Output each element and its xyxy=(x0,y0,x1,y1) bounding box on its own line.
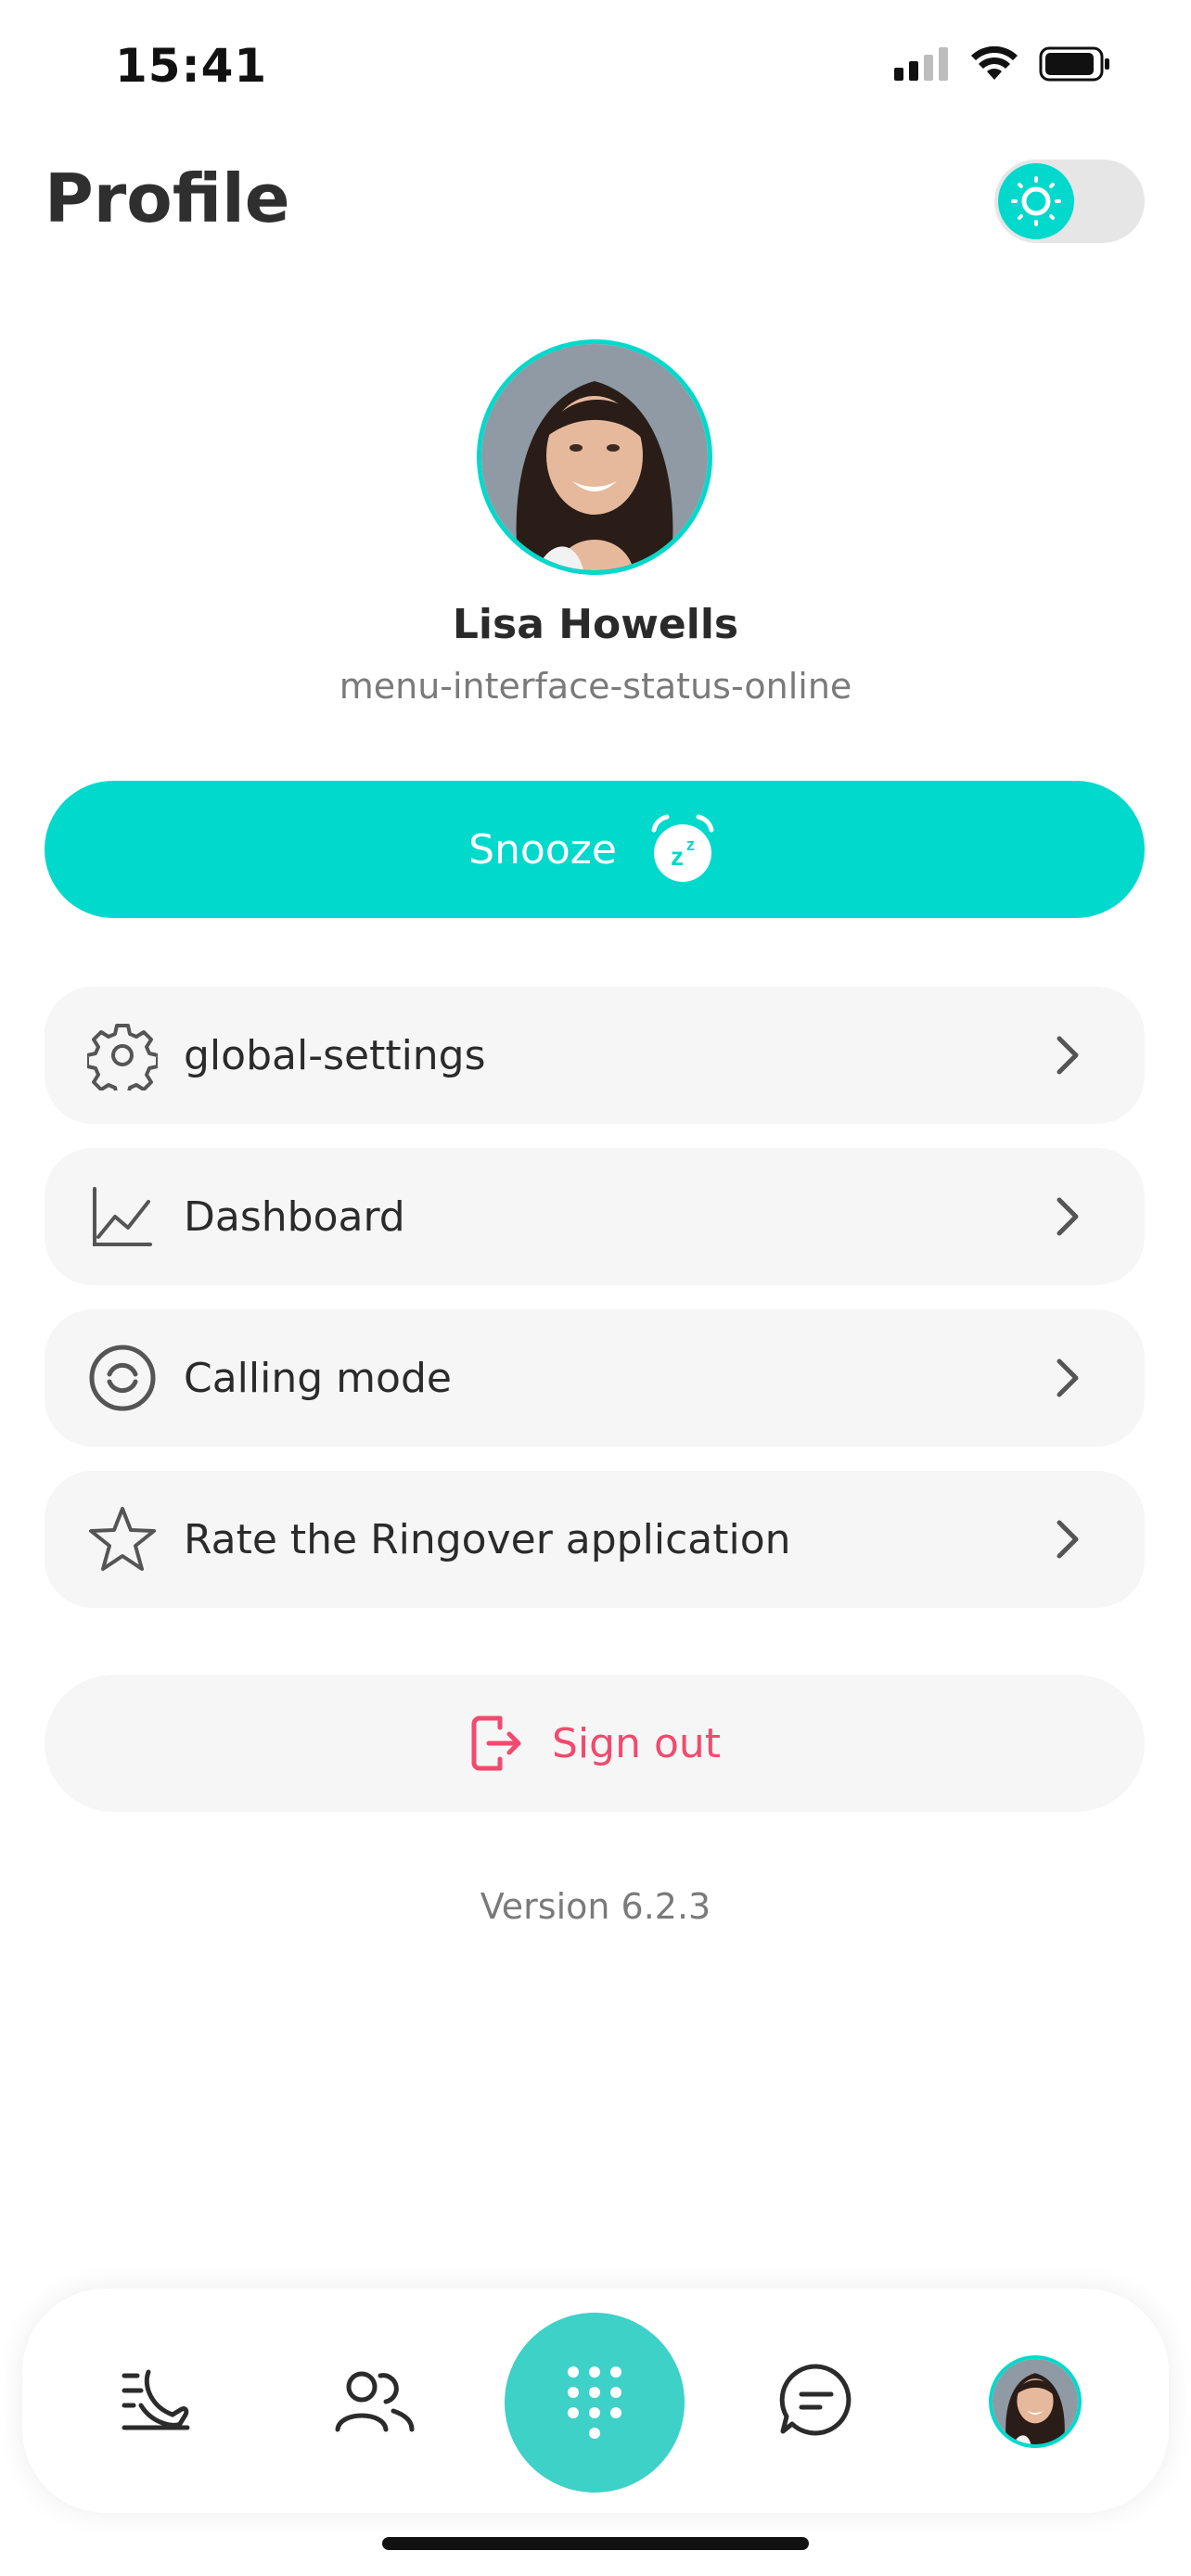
chart-icon xyxy=(93,1187,152,1246)
svg-text:z: z xyxy=(671,842,684,871)
tab-profile-avatar[interactable] xyxy=(989,2355,1082,2448)
tab-messages[interactable] xyxy=(777,2363,855,2441)
page-title: Profile xyxy=(45,159,290,237)
chevron-right-icon xyxy=(1057,1197,1079,1236)
avatar-image xyxy=(992,2359,1078,2444)
menu-item-dashboard[interactable]: Dashboard xyxy=(45,1148,1145,1285)
contacts-icon xyxy=(335,2371,415,2432)
messages-icon xyxy=(779,2364,852,2436)
menu-item-calling-mode[interactable]: Calling mode xyxy=(45,1309,1145,1447)
status-time: 15:41 xyxy=(115,39,268,93)
menu-item-label: Dashboard xyxy=(184,1192,405,1241)
status-icons xyxy=(894,46,1113,82)
snooze-button[interactable]: Snooze z z xyxy=(45,781,1145,918)
menu-item-label: global-settings xyxy=(184,1031,486,1079)
sign-out-button[interactable]: Sign out xyxy=(45,1675,1145,1812)
tab-call-history[interactable] xyxy=(121,2368,191,2437)
sign-out-icon xyxy=(471,1715,521,1771)
menu-item-label: Calling mode xyxy=(184,1354,452,1402)
call-history-icon xyxy=(122,2369,190,2430)
user-name: Lisa Howells xyxy=(452,601,739,648)
menu-item-global-settings[interactable]: global-settings xyxy=(45,987,1145,1124)
svg-text:z: z xyxy=(686,835,695,854)
theme-toggle[interactable] xyxy=(994,159,1145,243)
star-icon xyxy=(89,1507,156,1571)
dialpad-button[interactable] xyxy=(505,2313,685,2493)
menu-item-label: Rate the Ringover application xyxy=(184,1515,791,1563)
dialpad-icon xyxy=(568,2366,621,2439)
tab-contacts[interactable] xyxy=(334,2368,416,2437)
battery-icon xyxy=(1039,46,1109,82)
avatar-image xyxy=(481,344,708,570)
sign-out-label: Sign out xyxy=(551,1719,721,1767)
snooze-alarm-icon: z z xyxy=(651,814,714,882)
wifi-icon xyxy=(971,46,1018,80)
theme-toggle-knob xyxy=(998,163,1074,239)
chevron-right-icon xyxy=(1057,1036,1079,1075)
snooze-label: Snooze xyxy=(468,825,617,874)
profile-avatar[interactable] xyxy=(477,339,712,575)
home-indicator xyxy=(382,2537,809,2550)
signal-icon xyxy=(894,47,948,81)
status-bar: 15:41 xyxy=(0,0,1191,139)
calling-mode-icon xyxy=(89,1345,156,1411)
app-version: Version 6.2.3 xyxy=(480,1886,711,1927)
menu-item-rate-app[interactable]: Rate the Ringover application xyxy=(45,1471,1145,1608)
chevron-right-icon xyxy=(1057,1358,1079,1397)
sun-icon xyxy=(1011,176,1061,226)
gear-icon xyxy=(87,1024,158,1090)
chevron-right-icon xyxy=(1057,1520,1079,1559)
user-status: menu-interface-status-online xyxy=(339,666,852,707)
